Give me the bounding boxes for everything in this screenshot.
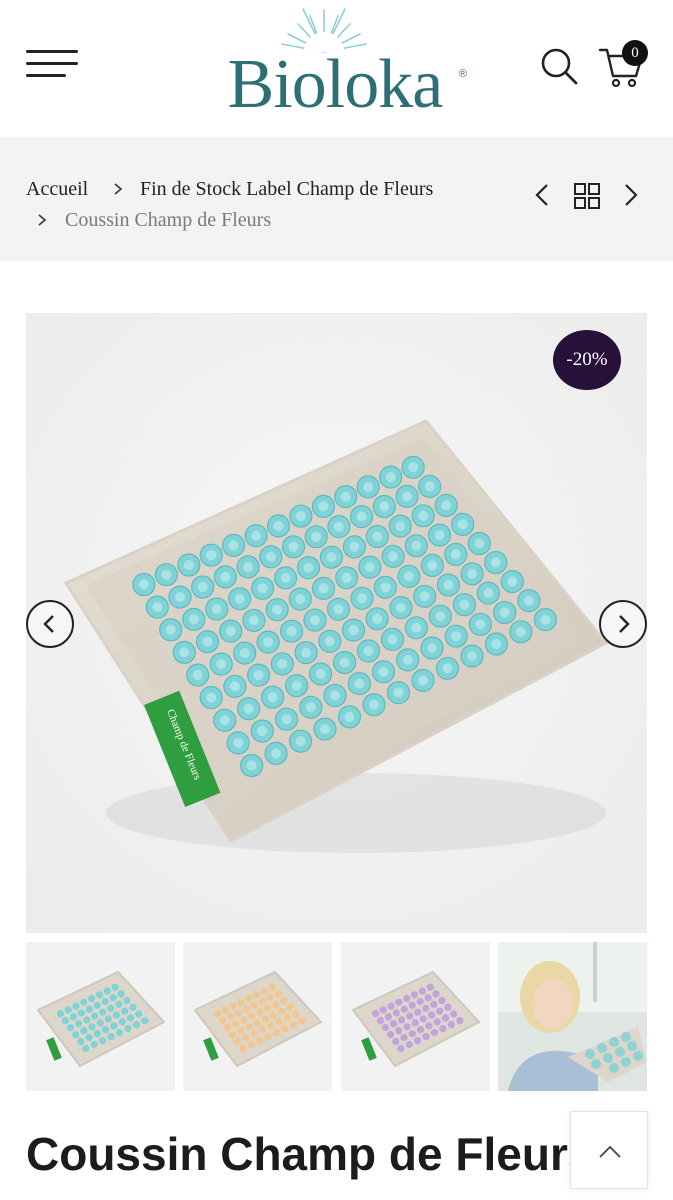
cart-count-badge: 0 bbox=[622, 40, 648, 66]
chevron-left-icon[interactable] bbox=[533, 182, 551, 208]
search-icon[interactable] bbox=[538, 45, 580, 87]
chevron-left-icon bbox=[43, 615, 54, 633]
chevron-right-icon[interactable] bbox=[622, 182, 640, 208]
site-header: Bioloka ® 0 bbox=[0, 0, 673, 137]
thumbnail-violet[interactable] bbox=[341, 942, 490, 1091]
grid-icon[interactable] bbox=[573, 182, 601, 210]
breadcrumb-separator-icon bbox=[38, 214, 47, 226]
thumbnail-lifestyle[interactable] bbox=[498, 942, 647, 1091]
scroll-to-top-button[interactable] bbox=[570, 1111, 648, 1189]
product-main-image[interactable]: Champ de Fleurs bbox=[26, 313, 647, 933]
pillow-thumbnail-image bbox=[351, 970, 481, 1068]
brand-name: Bioloka bbox=[227, 46, 444, 123]
hamburger-menu-icon[interactable] bbox=[26, 50, 78, 80]
breadcrumb-current: Coussin Champ de Fleurs bbox=[65, 209, 272, 231]
pillow-thumbnail-image bbox=[36, 970, 166, 1068]
lifestyle-thumbnail-image bbox=[498, 942, 647, 1091]
product-title: Coussin Champ de Fleurs bbox=[26, 1128, 594, 1180]
gallery-prev-button[interactable] bbox=[26, 600, 74, 648]
chevron-up-icon bbox=[599, 1145, 621, 1158]
breadcrumb: Accueil Fin de Stock Label Champ de Fleu… bbox=[0, 137, 673, 261]
gallery-next-button[interactable] bbox=[599, 600, 647, 648]
breadcrumb-home[interactable]: Accueil bbox=[26, 177, 88, 201]
breadcrumb-collection[interactable]: Fin de Stock Label Champ de Fleurs bbox=[140, 177, 433, 201]
discount-badge: -20% bbox=[553, 330, 621, 390]
thumbnail-turquoise[interactable] bbox=[26, 942, 175, 1091]
pillow-thumbnail-image bbox=[193, 970, 323, 1068]
brand-logo[interactable]: Bioloka ® bbox=[190, 0, 480, 125]
registered-mark: ® bbox=[458, 68, 467, 80]
breadcrumb-separator-icon bbox=[114, 183, 123, 195]
acupressure-pillow-image: Champ de Fleurs bbox=[26, 313, 647, 933]
thumbnail-orange[interactable] bbox=[183, 942, 332, 1091]
chevron-right-icon bbox=[619, 615, 630, 633]
